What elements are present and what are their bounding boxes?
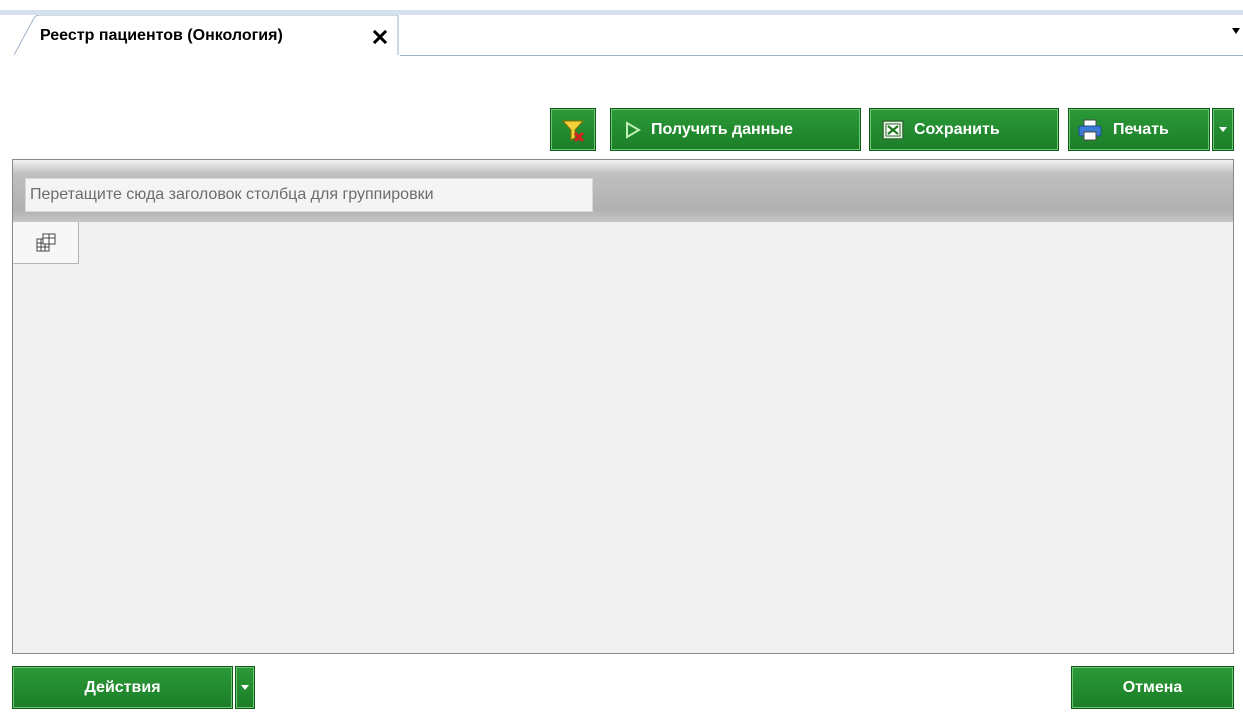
tab-list-chevron-down-icon[interactable] — [1231, 26, 1241, 36]
chevron-down-icon — [1219, 126, 1227, 132]
get-data-label: Получить данные — [651, 120, 793, 138]
chevron-down-icon — [241, 684, 249, 690]
print-button[interactable]: Печать — [1068, 108, 1210, 151]
column-chooser-button[interactable] — [13, 222, 79, 264]
print-label: Печать — [1113, 120, 1169, 138]
group-panel[interactable]: Перетащите сюда заголовок столбца для гр… — [13, 160, 1233, 222]
tab-label: Реестр пациентов (Онкология) — [40, 27, 283, 44]
cancel-button[interactable]: Отмена — [1071, 666, 1234, 709]
group-panel-hint: Перетащите сюда заголовок столбца для гр… — [25, 178, 593, 212]
get-data-button[interactable]: Получить данные — [610, 108, 861, 151]
column-chooser-icon — [36, 233, 55, 251]
actions-button[interactable]: Действия — [12, 666, 233, 709]
play-icon — [626, 120, 641, 139]
app-window: Реестр пациентов (Онкология) Получить да… — [0, 0, 1243, 716]
actions-label: Действия — [84, 678, 161, 696]
print-dropdown-button[interactable] — [1212, 108, 1234, 151]
actions-dropdown-button[interactable] — [235, 666, 255, 709]
close-icon[interactable] — [372, 29, 388, 45]
tab-patient-registry[interactable]: Реестр пациентов (Онкология) — [14, 15, 400, 56]
clear-filter-icon — [561, 120, 585, 142]
cancel-label: Отмена — [1122, 678, 1183, 696]
patient-grid[interactable]: Перетащите сюда заголовок столбца для гр… — [12, 159, 1234, 654]
save-button[interactable]: Сохранить — [869, 108, 1059, 151]
tab-strip-baseline — [400, 55, 1243, 56]
save-label: Сохранить — [914, 120, 1000, 138]
excel-icon — [882, 119, 904, 140]
printer-icon — [1078, 119, 1102, 140]
clear-filter-button[interactable] — [550, 108, 596, 151]
